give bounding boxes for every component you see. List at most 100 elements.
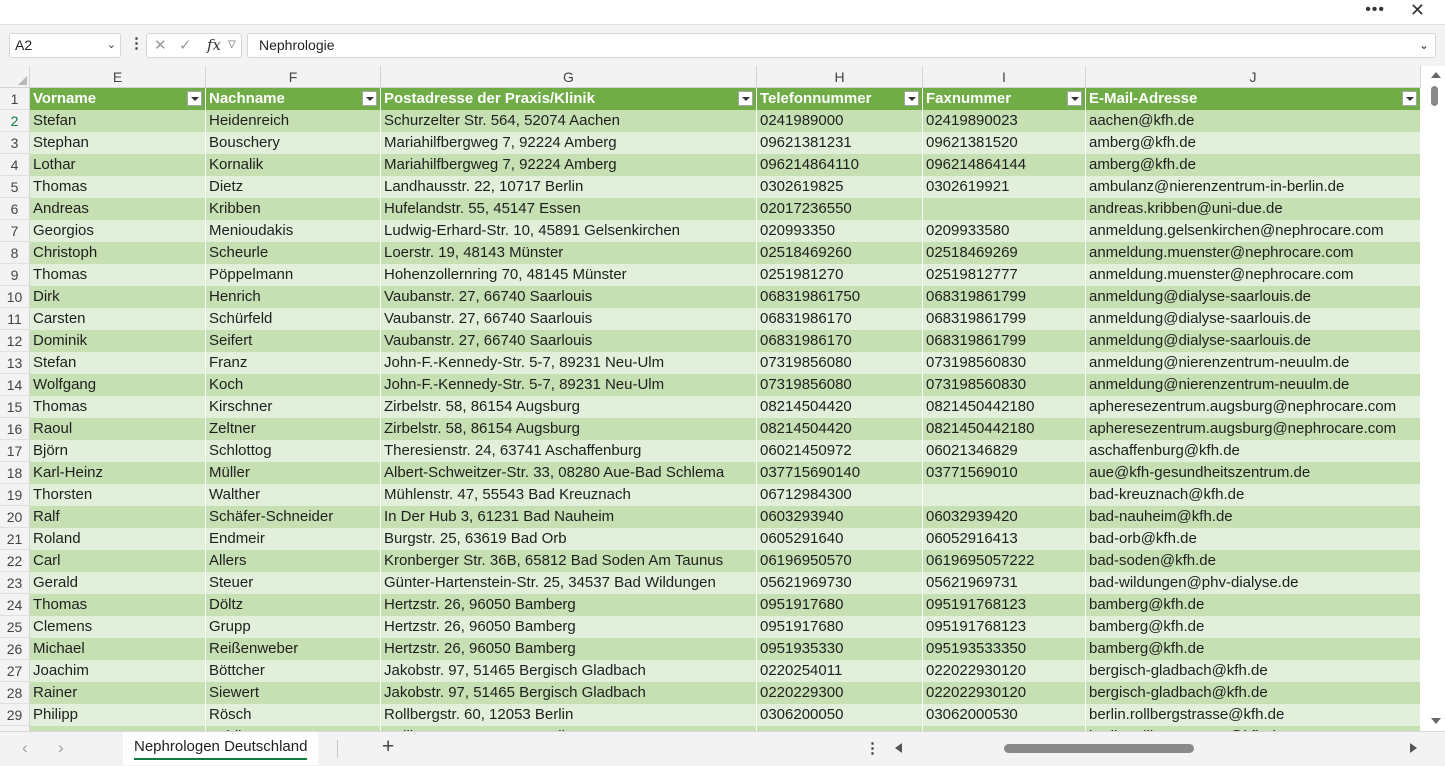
column-header-f[interactable]: F [206,66,381,88]
add-sheet-icon[interactable]: + [382,735,394,759]
table-cell[interactable]: In Der Hub 3, 61231 Bad Nauheim [381,506,757,528]
table-cell[interactable]: 0821450442180 [923,418,1086,440]
table-cell[interactable]: Scheurle [206,242,381,264]
table-cell[interactable]: Björn [30,440,206,462]
table-cell[interactable]: 09621381520 [923,132,1086,154]
table-cell[interactable]: Schurzelter Str. 564, 52074 Aachen [381,110,757,132]
table-cell[interactable]: 0302619921 [923,176,1086,198]
table-cell[interactable]: 05621969731 [923,572,1086,594]
table-cell[interactable]: 068319861799 [923,330,1086,352]
row-header[interactable]: 4 [0,154,30,176]
table-cell[interactable]: Walther [206,484,381,506]
table-cell[interactable]: Albert-Schweitzer-Str. 33, 08280 Aue-Bad… [381,462,757,484]
table-cell[interactable]: anmeldung@nierenzentrum-neuulm.de [1086,374,1421,396]
table-header-cell[interactable]: Nachname [206,88,381,110]
table-cell[interactable]: 095191768123 [923,594,1086,616]
table-cell[interactable]: Heidenreich [206,110,381,132]
table-cell[interactable]: 095191768123 [923,616,1086,638]
table-header-cell[interactable]: E-Mail-Adresse [1086,88,1421,110]
table-cell[interactable]: 0951935330 [757,638,923,660]
filter-dropdown-icon[interactable] [362,91,377,106]
table-cell[interactable]: 068319861799 [923,286,1086,308]
table-cell[interactable]: 08214504420 [757,396,923,418]
row-header[interactable]: 18 [0,462,30,484]
table-cell[interactable]: Christoph [30,242,206,264]
table-cell[interactable]: 09621381231 [757,132,923,154]
next-sheet-icon[interactable]: › [58,738,64,758]
more-options-icon[interactable]: ••• [1365,1,1385,19]
table-cell[interactable]: Endmeir [206,528,381,550]
table-cell[interactable]: Böttcher [206,660,381,682]
filter-dropdown-icon[interactable] [187,91,202,106]
table-cell[interactable]: Steuer [206,572,381,594]
table-cell[interactable]: aue@kfh-gesundheitszentrum.de [1086,462,1421,484]
table-cell[interactable]: 07319856080 [757,374,923,396]
table-cell[interactable]: 06032939420 [923,506,1086,528]
column-header-h[interactable]: H [757,66,923,88]
table-cell[interactable]: anmeldung@dialyse-saarlouis.de [1086,286,1421,308]
table-cell[interactable]: Vaubanstr. 27, 66740 Saarlouis [381,286,757,308]
table-cell[interactable]: Grupp [206,616,381,638]
table-cell[interactable]: anmeldung@dialyse-saarlouis.de [1086,330,1421,352]
table-cell[interactable]: 020993350 [757,220,923,242]
table-cell[interactable]: bergisch-gladbach@kfh.de [1086,682,1421,704]
table-cell[interactable]: Hertzstr. 26, 96050 Bamberg [381,616,757,638]
table-header-cell[interactable]: Telefonnummer [757,88,923,110]
row-header[interactable]: 20 [0,506,30,528]
table-cell[interactable]: Allers [206,550,381,572]
row-header[interactable]: 2 [0,110,30,132]
table-cell[interactable]: 073198560830 [923,374,1086,396]
table-cell[interactable]: 03771569010 [923,462,1086,484]
vertical-dots-icon[interactable]: ⋮ [129,34,144,52]
table-cell[interactable]: 06021450972 [757,440,923,462]
table-cell[interactable]: 02519812777 [923,264,1086,286]
table-cell[interactable]: 096214864144 [923,154,1086,176]
cancel-icon[interactable]: ✕ [154,36,167,54]
filter-dropdown-icon[interactable] [1067,91,1082,106]
table-cell[interactable]: Schlottog [206,440,381,462]
table-cell[interactable]: Mühlenstr. 47, 55543 Bad Kreuznach [381,484,757,506]
table-cell[interactable]: Jakobstr. 97, 51465 Bergisch Gladbach [381,660,757,682]
table-cell[interactable]: Stefan [30,352,206,374]
table-header-cell[interactable]: Vorname [30,88,206,110]
table-cell[interactable]: Koch [206,374,381,396]
table-cell[interactable]: bamberg@kfh.de [1086,638,1421,660]
table-cell[interactable]: 06021346829 [923,440,1086,462]
table-cell[interactable]: Franz [206,352,381,374]
table-cell[interactable]: 073198560830 [923,352,1086,374]
table-cell[interactable]: Schürfeld [206,308,381,330]
table-cell[interactable]: Menioudakis [206,220,381,242]
table-cell[interactable]: aschaffenburg@kfh.de [1086,440,1421,462]
column-header-i[interactable]: I [923,66,1086,88]
table-cell[interactable]: Dominik [30,330,206,352]
table-cell[interactable]: 0220229300 [757,682,923,704]
row-header[interactable]: 8 [0,242,30,264]
table-cell[interactable]: Rollbergstr. 60, 12053 Berlin [381,704,757,726]
select-all-corner[interactable] [0,66,30,88]
row-header[interactable]: 27 [0,660,30,682]
table-cell[interactable]: Vaubanstr. 27, 66740 Saarlouis [381,308,757,330]
table-cell[interactable]: 0603293940 [757,506,923,528]
table-cell[interactable]: Carl [30,550,206,572]
chevron-down-icon[interactable]: ▽ [228,39,236,50]
row-header[interactable]: 3 [0,132,30,154]
row-header[interactable]: 11 [0,308,30,330]
table-cell[interactable]: John-F.-Kennedy-Str. 5-7, 89231 Neu-Ulm [381,352,757,374]
table-cell[interactable]: Ralf [30,506,206,528]
scroll-down-icon[interactable] [1431,718,1441,724]
table-cell[interactable]: andreas.kribben@uni-due.de [1086,198,1421,220]
table-cell[interactable]: Bouschery [206,132,381,154]
column-header-g[interactable]: G [381,66,757,88]
formula-input[interactable]: Nephrologie ⌄ [247,33,1436,58]
row-header[interactable]: 28 [0,682,30,704]
table-cell[interactable]: aachen@kfh.de [1086,110,1421,132]
table-cell[interactable]: bad-kreuznach@kfh.de [1086,484,1421,506]
table-cell[interactable]: anmeldung.gelsenkirchen@nephrocare.com [1086,220,1421,242]
filter-dropdown-icon[interactable] [904,91,919,106]
table-cell[interactable]: Stephan [30,132,206,154]
table-cell[interactable]: Dietz [206,176,381,198]
table-cell[interactable]: Seifert [206,330,381,352]
row-header[interactable]: 12 [0,330,30,352]
chevron-down-icon[interactable]: ⌄ [107,34,116,57]
vertical-scrollbar[interactable] [1425,66,1445,731]
